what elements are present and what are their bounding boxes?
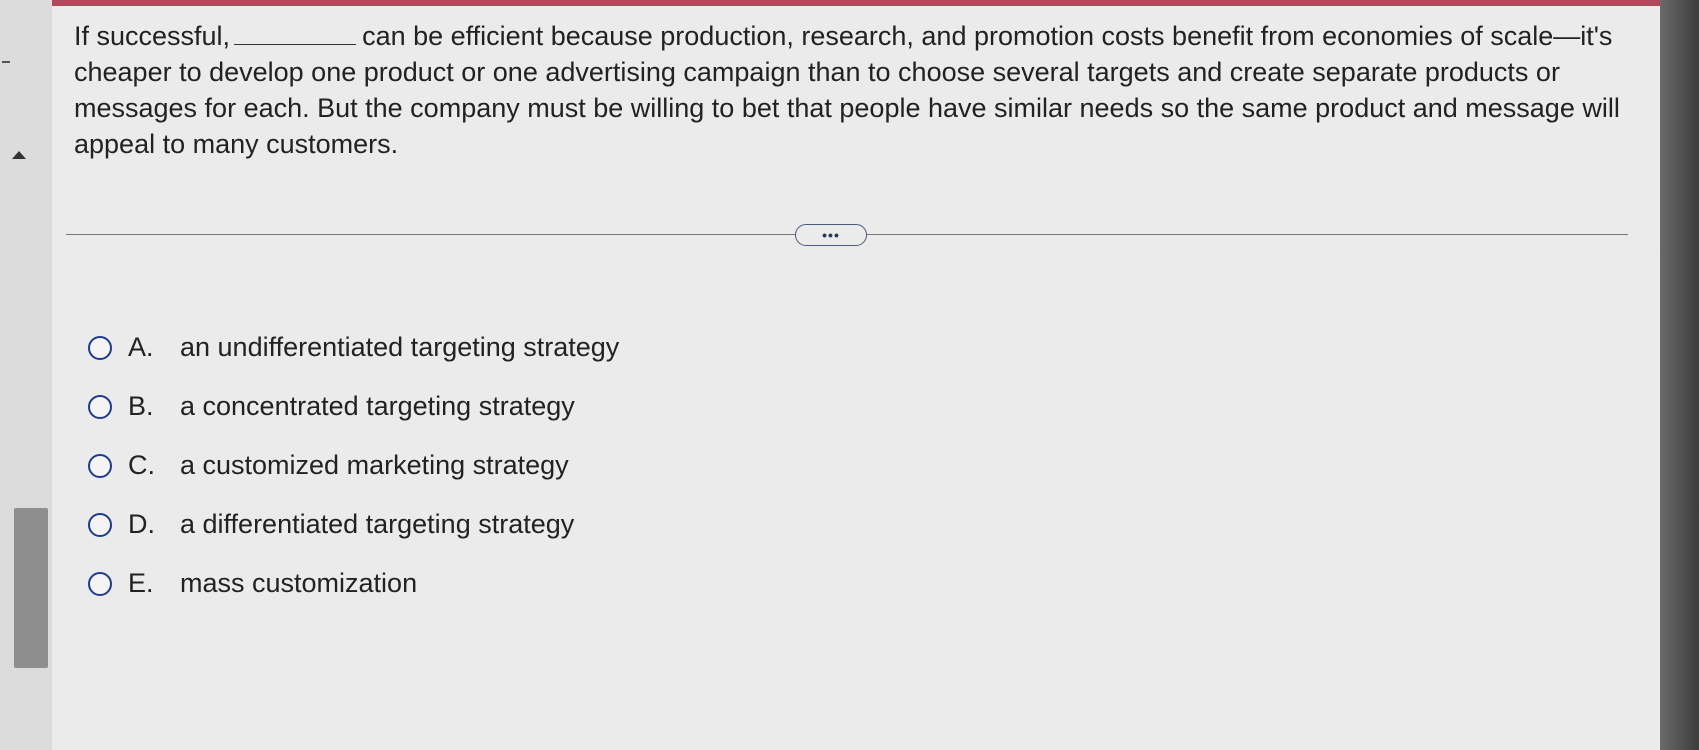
option-text: an undifferentiated targeting strategy: [180, 332, 620, 362]
radio-button-icon[interactable]: [88, 335, 112, 360]
radio-button-icon[interactable]: [88, 394, 112, 419]
answer-blank: [234, 22, 357, 45]
radio-button-icon[interactable]: [88, 453, 112, 478]
option-d[interactable]: D. a differentiated targeting strategy: [88, 495, 619, 554]
option-text: a customized marketing strategy: [180, 450, 569, 480]
collapse-arrow-icon[interactable]: [12, 151, 26, 159]
option-b[interactable]: B. a concentrated targeting strategy: [88, 377, 619, 436]
right-edge: [1660, 0, 1699, 750]
option-text: mass customization: [180, 568, 418, 598]
more-button[interactable]: •••: [795, 224, 867, 246]
question-text: If successful, can be efficient because p…: [74, 18, 1634, 162]
option-letter: E.: [128, 568, 154, 598]
option-text: a differentiated targeting strategy: [180, 509, 575, 539]
option-letter: D.: [128, 509, 155, 539]
radio-button-icon[interactable]: [88, 571, 112, 596]
option-e[interactable]: E. mass customization: [88, 554, 619, 613]
gutter-mark: [2, 61, 10, 63]
option-c[interactable]: C. a customized marketing strategy: [88, 436, 619, 495]
answer-options: A. an undifferentiated targeting strateg…: [88, 318, 619, 613]
option-letter: B.: [128, 391, 154, 421]
option-letter: A.: [128, 332, 154, 362]
option-letter: C.: [128, 450, 155, 480]
question-text-before-blank: If successful,: [74, 21, 231, 51]
left-gutter: [0, 0, 52, 750]
option-a[interactable]: A. an undifferentiated targeting strateg…: [88, 318, 619, 377]
radio-button-icon[interactable]: [88, 512, 112, 537]
option-text: a concentrated targeting strategy: [180, 391, 575, 421]
scrollbar-thumb[interactable]: [14, 508, 48, 668]
